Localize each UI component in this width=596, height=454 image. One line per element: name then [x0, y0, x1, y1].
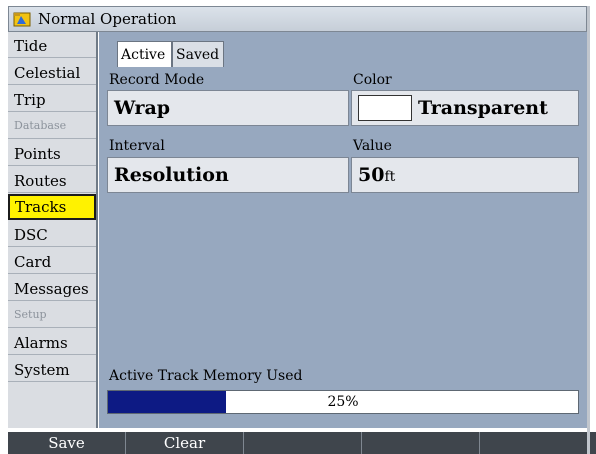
softkey-empty-5[interactable] — [480, 432, 596, 454]
sidebar-item-messages[interactable]: Messages — [8, 275, 96, 301]
sidebar-item-system[interactable]: System — [8, 356, 96, 382]
sidebar: Tide Celestial Trip Database Points Routes Tra… — [8, 32, 98, 428]
sidebar-item-trip[interactable]: Trip — [8, 86, 96, 112]
tab-active[interactable]: Active — [117, 41, 172, 67]
sidebar-item-card[interactable]: Card — [8, 248, 96, 274]
memory-percent: 25% — [327, 394, 359, 410]
sidebar-item-tide[interactable]: Tide — [8, 32, 96, 58]
value-field[interactable]: 50ft — [351, 157, 579, 193]
interval-label: Interval — [109, 138, 165, 154]
tab-saved[interactable]: Saved — [172, 41, 224, 67]
window-title: Normal Operation — [38, 10, 177, 28]
sidebar-section-setup: Setup — [8, 302, 96, 328]
device-screen: Normal Operation Tide Celestial Trip Databa… — [0, 0, 596, 454]
main-panel: Active Saved Record Mode Wrap Color Tran… — [99, 32, 587, 428]
value-number: 50 — [358, 164, 385, 186]
softkey-clear[interactable]: Clear — [126, 432, 244, 454]
softkey-empty-3[interactable] — [244, 432, 362, 454]
interval-field[interactable]: Resolution — [107, 157, 349, 193]
softkey-empty-4[interactable] — [362, 432, 480, 454]
sidebar-item-routes[interactable]: Routes — [8, 167, 96, 193]
sidebar-item-celestial[interactable]: Celestial — [8, 59, 96, 85]
record-mode-label: Record Mode — [109, 72, 205, 88]
record-mode-field[interactable]: Wrap — [107, 90, 349, 126]
color-label: Color — [353, 72, 392, 88]
title-bar: Normal Operation — [8, 6, 587, 32]
folder-icon — [13, 12, 31, 27]
memory-label: Active Track Memory Used — [109, 368, 303, 384]
color-field[interactable]: Transparent — [351, 90, 579, 126]
right-edge — [587, 6, 590, 454]
sidebar-item-dsc[interactable]: DSC — [8, 221, 96, 247]
sidebar-item-tracks[interactable]: Tracks — [8, 194, 96, 220]
value-unit: ft — [384, 169, 396, 185]
memory-progress-bar: 25% — [107, 390, 579, 414]
color-value: Transparent — [418, 97, 548, 119]
softkey-save[interactable]: Save — [8, 432, 126, 454]
value-label: Value — [353, 138, 392, 154]
sidebar-item-points[interactable]: Points — [8, 140, 96, 166]
color-swatch — [358, 95, 412, 121]
softkey-bar: Save Clear — [8, 432, 596, 454]
sidebar-section-database: Database — [8, 113, 96, 139]
sidebar-item-alarms[interactable]: Alarms — [8, 329, 96, 355]
